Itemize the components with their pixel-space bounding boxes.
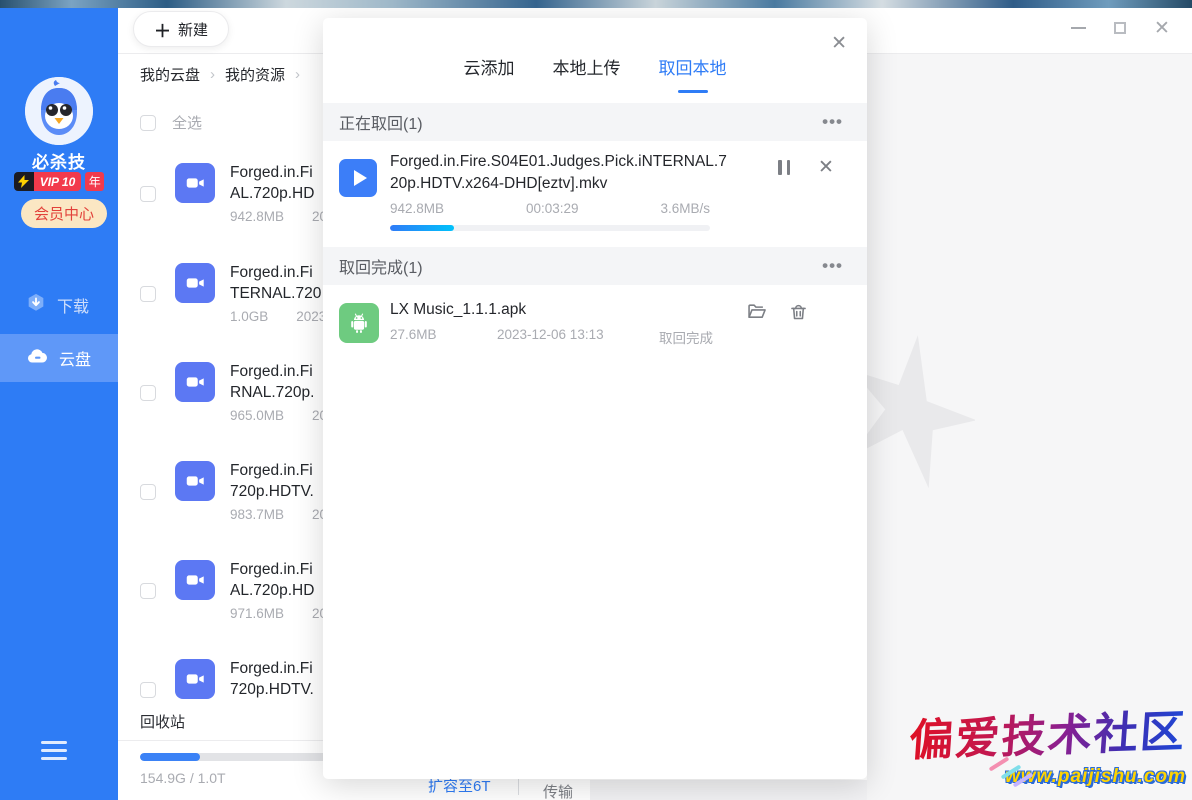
- completed-meta: 27.6MB 2023-12-06 13:13 取回完成: [390, 327, 713, 347]
- play-icon: [339, 159, 377, 197]
- vip-year-badge: 年: [85, 172, 104, 191]
- vip-badge[interactable]: VIP 10 年: [0, 172, 118, 191]
- user-name: 必杀技: [0, 148, 118, 173]
- video-file-icon: [175, 461, 215, 501]
- retrieving-section-header: 正在取回(1) •••: [323, 103, 867, 141]
- storage-usage-text: 154.9G / 1.0T: [140, 770, 226, 786]
- site-watermark: 偏爱技术社区 www.paijishu.com: [910, 700, 1186, 788]
- storage-bar-fill: [140, 753, 200, 761]
- plus-icon: ＋: [154, 17, 171, 42]
- watermark-url: www.paijishu.com: [910, 766, 1186, 788]
- more-icon[interactable]: •••: [822, 117, 843, 127]
- more-icon[interactable]: •••: [822, 261, 843, 271]
- member-center-button[interactable]: 会员中心: [21, 199, 107, 228]
- retrieving-item[interactable]: Forged.in.Fire.S04E01.Judges.Pick.iNTERN…: [323, 141, 867, 247]
- completed-date: 2023-12-06 13:13: [497, 327, 659, 347]
- footer-vertical-divider: [518, 777, 519, 795]
- video-file-icon: [175, 263, 215, 303]
- delete-icon[interactable]: [788, 301, 810, 323]
- sidebar-item-label: 云盘: [59, 346, 91, 370]
- android-apk-icon: [339, 303, 379, 343]
- chevron-right-icon: ›: [295, 66, 300, 83]
- transfer-tab[interactable]: 传输: [543, 781, 573, 800]
- sidebar: 必杀技 VIP 10 年 会员中心 下载: [0, 0, 118, 800]
- video-file-icon: [175, 659, 215, 699]
- lightning-icon: [14, 172, 34, 191]
- chevron-right-icon: ›: [210, 66, 215, 83]
- pause-icon[interactable]: [778, 160, 790, 175]
- video-file-icon: [175, 163, 215, 203]
- file-checkbox[interactable]: [140, 186, 156, 202]
- dialog-close-icon[interactable]: ✕: [831, 34, 847, 53]
- new-button-label: 新建: [178, 19, 208, 40]
- download-icon: [25, 292, 47, 319]
- retrieving-time-left: 00:03:29: [526, 201, 579, 216]
- select-all-checkbox[interactable]: [140, 115, 156, 131]
- file-checkbox[interactable]: [140, 286, 156, 302]
- dialog-tabs: 云添加 本地上传 取回本地: [323, 54, 867, 93]
- breadcrumb-item-my-cloud[interactable]: 我的云盘: [140, 64, 200, 85]
- recycle-bin-link[interactable]: 回收站: [140, 711, 185, 732]
- completed-status: 取回完成: [659, 327, 713, 347]
- new-button[interactable]: ＋ 新建: [133, 11, 229, 47]
- select-all-label: 全选: [172, 112, 202, 133]
- select-all-row: 全选: [140, 112, 202, 133]
- retrieving-meta: 942.8MB 00:03:29 3.6MB/s: [390, 201, 710, 216]
- watermark-title: 偏爱技术社区: [907, 695, 1188, 769]
- sidebar-item-cloud-disk[interactable]: 云盘: [0, 334, 118, 382]
- completed-item[interactable]: LX Music_1.1.1.apk 27.6MB 2023-12-06 13:…: [323, 285, 867, 365]
- minimize-button[interactable]: [1068, 18, 1088, 38]
- sidebar-item-label: 下载: [57, 293, 89, 317]
- file-checkbox[interactable]: [140, 484, 156, 500]
- breadcrumb: 我的云盘 › 我的资源 ›: [140, 64, 300, 85]
- retrieving-file-name: Forged.in.Fire.S04E01.Judges.Pick.iNTERN…: [390, 151, 735, 195]
- app-window: 必杀技 VIP 10 年 会员中心 下载: [0, 0, 1192, 800]
- avatar[interactable]: [25, 77, 93, 145]
- tab-retrieve-local[interactable]: 取回本地: [659, 54, 727, 93]
- tab-cloud-add[interactable]: 云添加: [464, 54, 515, 93]
- video-file-icon: [175, 560, 215, 600]
- vip-level-label: VIP 10: [34, 172, 82, 191]
- completed-size: 27.6MB: [390, 327, 497, 347]
- completed-file-name: LX Music_1.1.1.apk: [390, 301, 526, 319]
- tab-local-upload[interactable]: 本地上传: [553, 54, 621, 93]
- retrieving-section-title: 正在取回(1): [339, 110, 423, 134]
- sidebar-item-download[interactable]: 下载: [0, 281, 118, 329]
- menu-icon[interactable]: [41, 741, 67, 765]
- window-close-button[interactable]: ✕: [1152, 18, 1172, 38]
- cloud-icon: [25, 344, 49, 373]
- file-checkbox[interactable]: [140, 385, 156, 401]
- retrieving-size: 942.8MB: [390, 201, 444, 216]
- transfer-dialog: ✕ 云添加 本地上传 取回本地 正在取回(1) ••• Forged.in.Fi…: [323, 18, 867, 779]
- retrieve-progress-fill: [390, 225, 454, 231]
- video-file-icon: [175, 362, 215, 402]
- transfer-panel-edge: [590, 780, 867, 800]
- completed-section-title: 取回完成(1): [339, 254, 423, 278]
- maximize-button[interactable]: [1110, 18, 1130, 38]
- file-checkbox[interactable]: [140, 682, 156, 698]
- retrieving-speed: 3.6MB/s: [660, 201, 710, 216]
- window-controls: ✕: [1068, 18, 1172, 38]
- completed-section-header: 取回完成(1) •••: [323, 247, 867, 285]
- window-top-banner: [0, 0, 1192, 8]
- file-checkbox[interactable]: [140, 583, 156, 599]
- breadcrumb-item-my-resources[interactable]: 我的资源: [225, 64, 285, 85]
- cancel-retrieve-icon[interactable]: ✕: [818, 156, 834, 179]
- open-folder-icon[interactable]: [746, 301, 768, 323]
- retrieve-progress-bar: [390, 225, 710, 231]
